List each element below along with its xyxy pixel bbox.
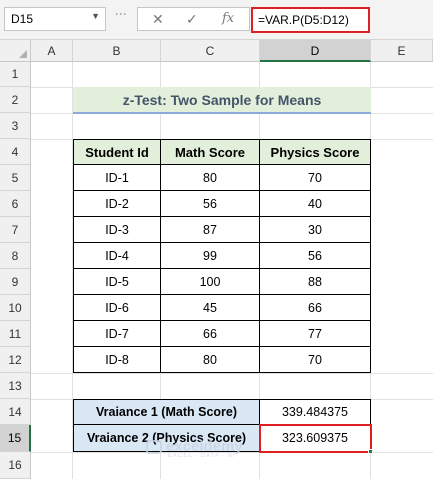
- table-cell[interactable]: 87: [161, 217, 260, 243]
- formula-input[interactable]: =VAR.P(D5:D12): [251, 7, 370, 33]
- table-cell[interactable]: 45: [161, 295, 260, 321]
- row-header-9[interactable]: 9: [0, 269, 31, 295]
- row-header-8[interactable]: 8: [0, 243, 31, 269]
- name-box-value: D15: [11, 12, 34, 26]
- row-header-15[interactable]: 15: [0, 425, 31, 452]
- table-cell[interactable]: 56: [161, 191, 260, 217]
- formula-bar: D15 ▼ ⋮ ✕ ✓ fx =VAR.P(D5:D12): [0, 0, 433, 40]
- table-cell[interactable]: 99: [161, 243, 260, 269]
- table-cell[interactable]: 66: [260, 295, 371, 321]
- cancel-icon[interactable]: ✕: [152, 11, 164, 28]
- row-header-16[interactable]: 16: [0, 452, 31, 479]
- select-all-corner[interactable]: [0, 40, 31, 62]
- row-header-10[interactable]: 10: [0, 295, 31, 321]
- table-cell[interactable]: ID-7: [73, 321, 161, 347]
- fill-handle[interactable]: [368, 449, 373, 454]
- header-student-id[interactable]: Student Id: [73, 139, 161, 165]
- table-cell[interactable]: 80: [161, 165, 260, 191]
- column-header-b[interactable]: B: [73, 40, 161, 62]
- table-cell[interactable]: 70: [260, 347, 371, 373]
- drag-handle-icon[interactable]: ⋮: [114, 8, 128, 20]
- table-cell[interactable]: ID-3: [73, 217, 161, 243]
- table-cell[interactable]: 100: [161, 269, 260, 295]
- table-cell[interactable]: 66: [161, 321, 260, 347]
- fx-icon[interactable]: fx: [222, 11, 234, 26]
- table-cell[interactable]: ID-8: [73, 347, 161, 373]
- table-cell[interactable]: 40: [260, 191, 371, 217]
- grid-line: [31, 373, 433, 374]
- row-header-4[interactable]: 4: [0, 139, 31, 165]
- row-header-6[interactable]: 6: [0, 191, 31, 217]
- table-cell[interactable]: ID-1: [73, 165, 161, 191]
- watermark-logo: exceldemy EXCEL · DATA · BI: [146, 438, 286, 468]
- row-header-3[interactable]: 3: [0, 113, 31, 139]
- sheet-title[interactable]: z-Test: Two Sample for Means: [73, 87, 371, 114]
- row-header-7[interactable]: 7: [0, 217, 31, 243]
- row-header-14[interactable]: 14: [0, 399, 31, 425]
- table-cell[interactable]: 30: [260, 217, 371, 243]
- header-math-score[interactable]: Math Score: [161, 139, 260, 165]
- table-cell[interactable]: ID-2: [73, 191, 161, 217]
- table-cell[interactable]: 56: [260, 243, 371, 269]
- table-cell[interactable]: ID-5: [73, 269, 161, 295]
- table-cell[interactable]: ID-4: [73, 243, 161, 269]
- row-header-12[interactable]: 12: [0, 347, 31, 373]
- column-header-a[interactable]: A: [31, 40, 73, 62]
- table-cell[interactable]: 77: [260, 321, 371, 347]
- table-cell[interactable]: 88: [260, 269, 371, 295]
- formula-buttons: ✕ ✓ fx: [137, 7, 250, 31]
- table-cell[interactable]: 70: [260, 165, 371, 191]
- column-header-e[interactable]: E: [371, 40, 433, 62]
- row-header-2[interactable]: 2: [0, 87, 31, 113]
- chevron-down-icon[interactable]: ▼: [91, 11, 100, 21]
- name-box[interactable]: D15 ▼: [4, 7, 106, 31]
- header-physics-score[interactable]: Physics Score: [260, 139, 371, 165]
- table-cell[interactable]: ID-6: [73, 295, 161, 321]
- row-header-13[interactable]: 13: [0, 373, 31, 399]
- table-cell[interactable]: 80: [161, 347, 260, 373]
- confirm-icon[interactable]: ✓: [186, 11, 198, 28]
- variance-math-value[interactable]: 339.484375: [260, 399, 371, 425]
- variance-math-label[interactable]: Vraiance 1 (Math Score): [73, 399, 260, 425]
- watermark-tagline: EXCEL · DATA · BI: [168, 453, 236, 459]
- row-header-11[interactable]: 11: [0, 321, 31, 347]
- row-header-1[interactable]: 1: [0, 62, 31, 87]
- exceldemy-icon: [146, 440, 162, 455]
- row-header-5[interactable]: 5: [0, 165, 31, 191]
- column-header-d[interactable]: D: [260, 40, 371, 62]
- column-header-c[interactable]: C: [161, 40, 260, 62]
